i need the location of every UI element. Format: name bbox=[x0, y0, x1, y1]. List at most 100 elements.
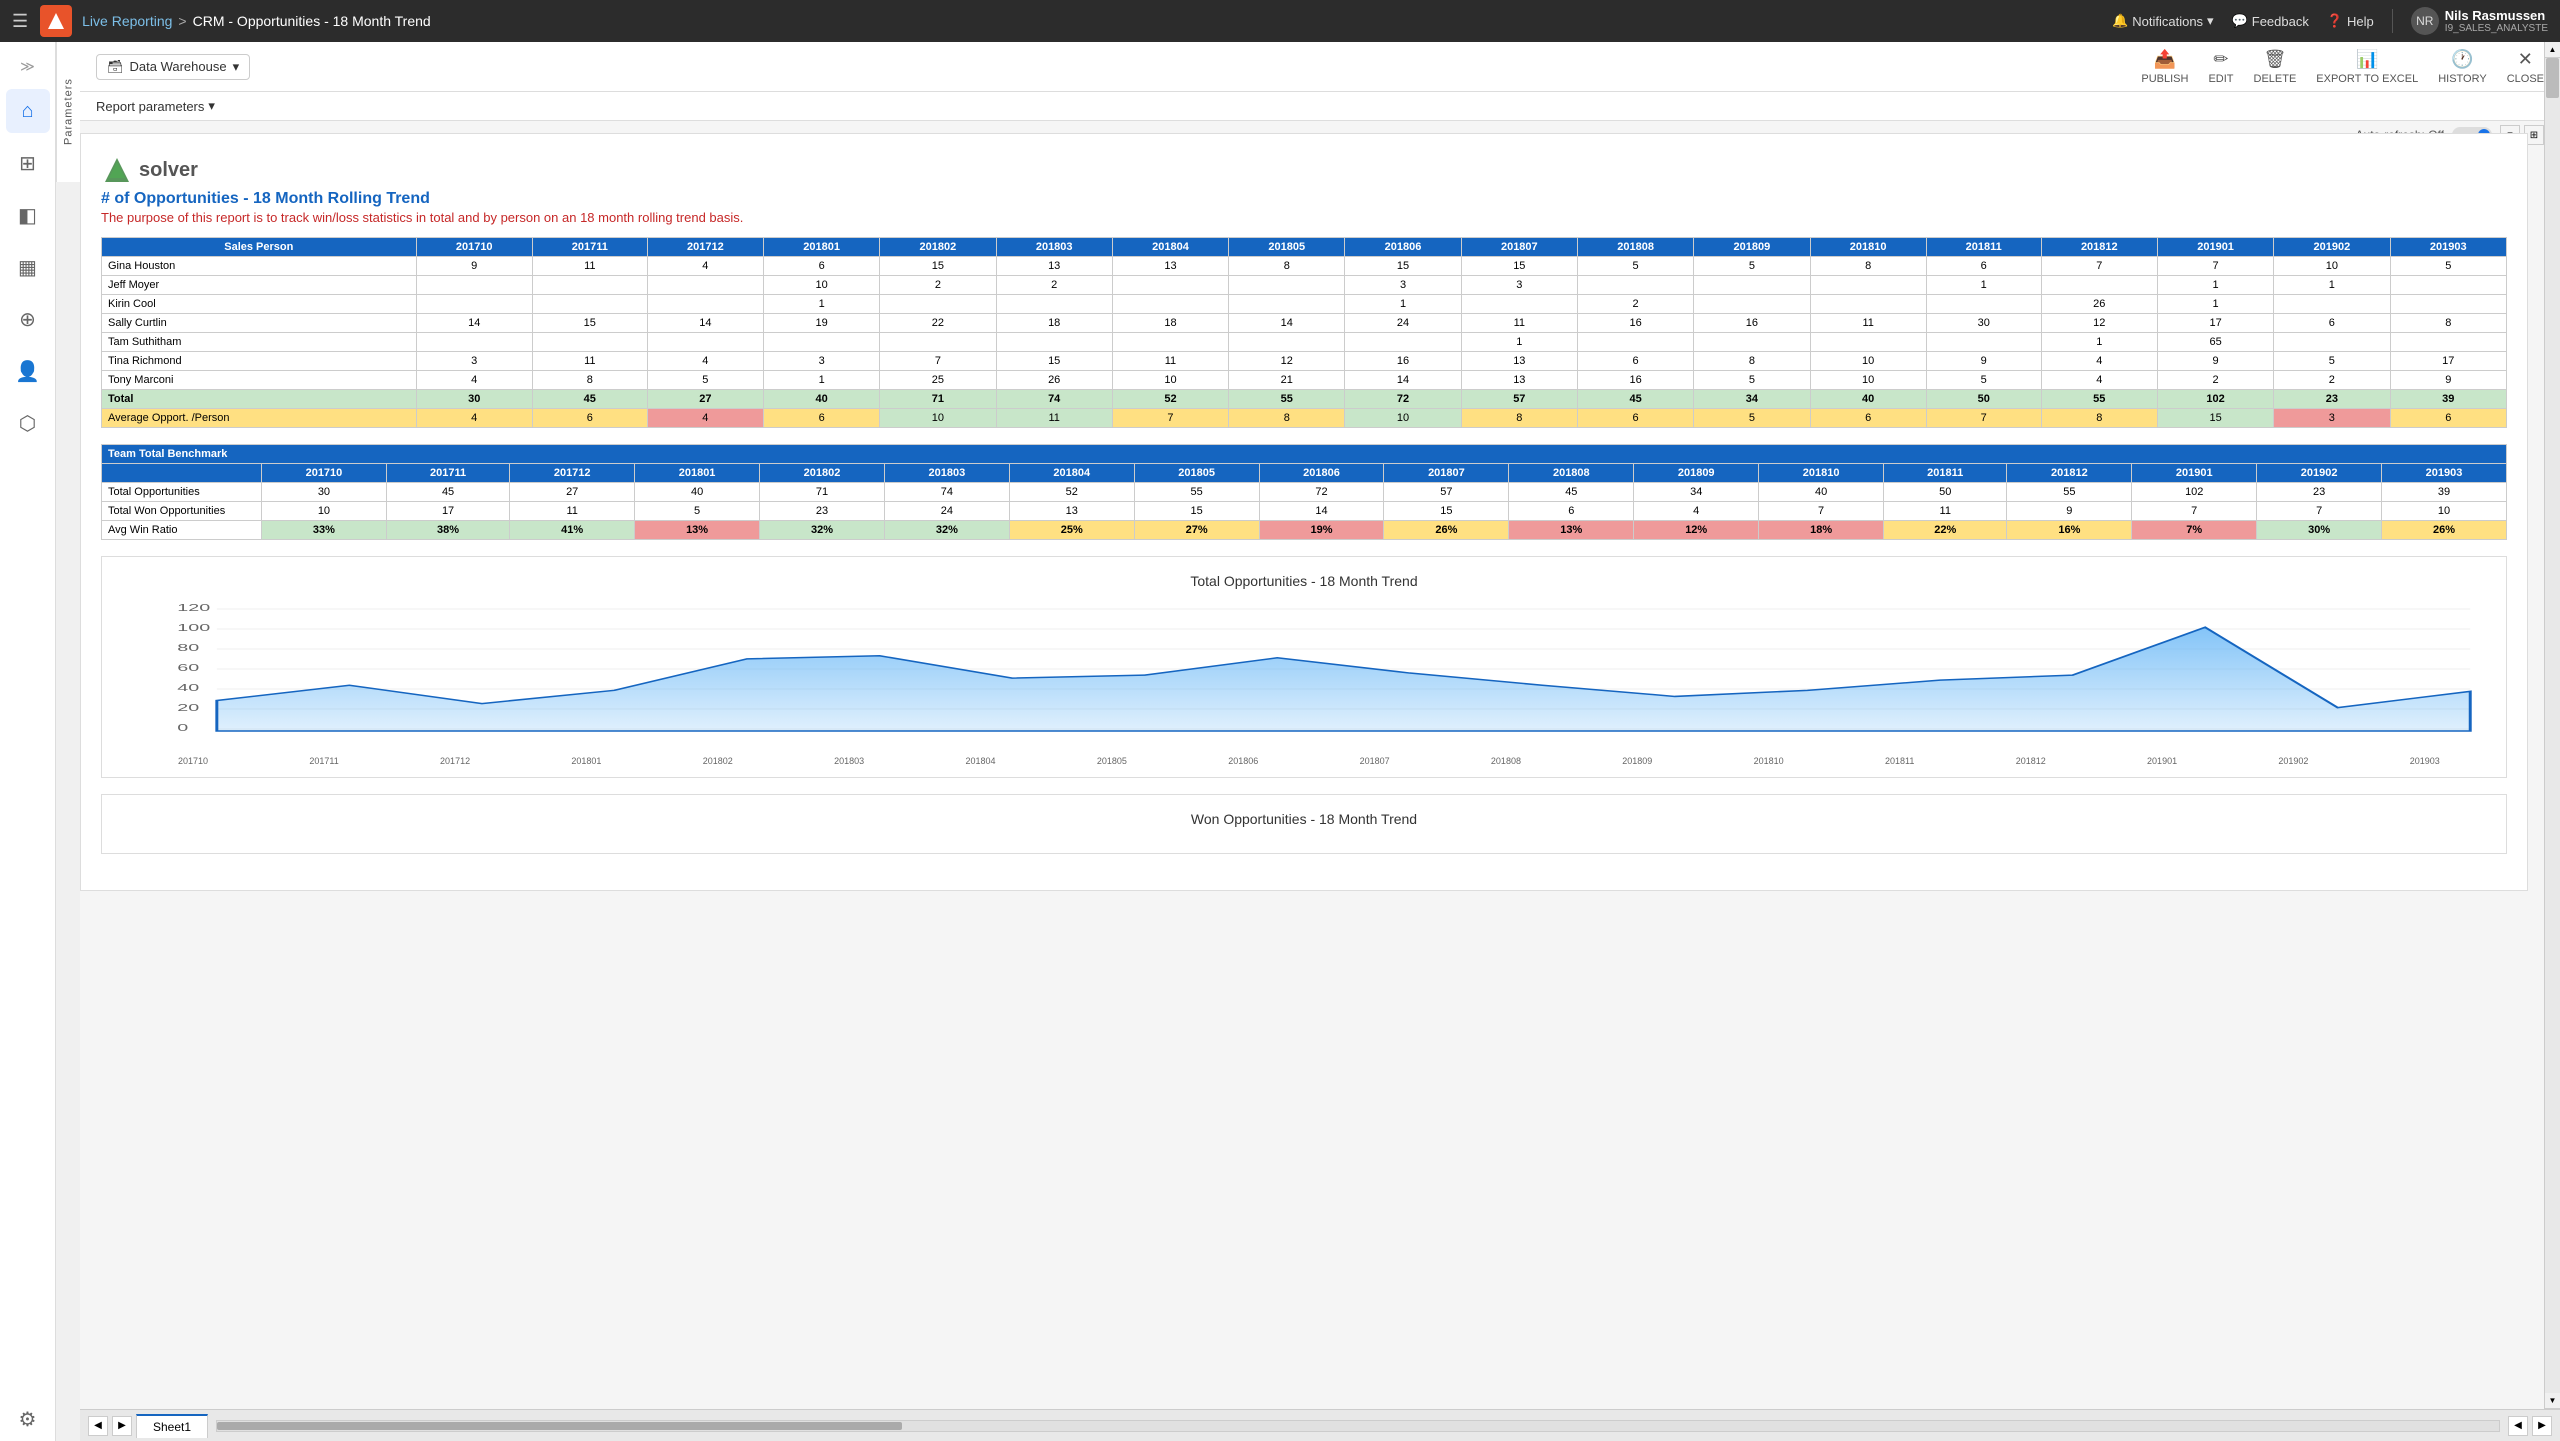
average-cell: 4 bbox=[647, 409, 763, 428]
benchmark-cell: 55 bbox=[1134, 483, 1259, 502]
export-label: EXPORT TO EXCEL bbox=[2316, 73, 2418, 85]
feedback-label: Feedback bbox=[2252, 14, 2309, 29]
table-cell: 1 bbox=[763, 371, 879, 390]
sidebar-item-users[interactable]: 👤 bbox=[6, 349, 50, 393]
vertical-scrollbar[interactable]: ▲ ▼ bbox=[2544, 42, 2560, 1409]
sidebar-item-home[interactable]: ⌂ bbox=[6, 89, 50, 133]
scroll-thumb[interactable] bbox=[2546, 58, 2559, 98]
bench-header-name bbox=[102, 464, 262, 483]
benchmark-cell: 39 bbox=[2382, 483, 2507, 502]
sidebar-item-reports[interactable]: ⊞ bbox=[6, 141, 50, 185]
expand-sidebar-button[interactable]: ≫ bbox=[14, 52, 41, 81]
table-cell: 11 bbox=[1461, 314, 1577, 333]
benchmark-cell: 5 bbox=[635, 502, 760, 521]
table-header-salesperson: Sales Person bbox=[102, 238, 417, 257]
table-cell: 1 bbox=[2274, 276, 2390, 295]
hamburger-icon[interactable]: ☰ bbox=[12, 11, 28, 32]
table-cell: 1 bbox=[1345, 295, 1461, 314]
table-cell bbox=[1577, 276, 1693, 295]
table-cell: 1 bbox=[763, 295, 879, 314]
table-cell: 9 bbox=[2157, 352, 2273, 371]
table-row: Jeff Moyer102233111 bbox=[102, 276, 2507, 295]
bench-header-201807: 201807 bbox=[1384, 464, 1509, 483]
close-button[interactable]: ✕ CLOSE bbox=[2507, 49, 2544, 85]
notifications-button[interactable]: 🔔 Notifications ▾ bbox=[2112, 13, 2214, 29]
benchmark-cell: 11 bbox=[1884, 502, 2007, 521]
scroll-up-button[interactable]: ▲ bbox=[2545, 42, 2560, 58]
parameters-tab[interactable]: Parameters bbox=[56, 42, 80, 182]
report-container[interactable]: solver # of Opportunities - 18 Month Rol… bbox=[64, 117, 2544, 1409]
sidebar-item-budgets[interactable]: ▦ bbox=[6, 245, 50, 289]
publish-button[interactable]: 📤 PUBLISH bbox=[2141, 49, 2188, 85]
data-warehouse-button[interactable]: 🗃 Data Warehouse ▾ bbox=[96, 54, 250, 80]
table-cell: 1 bbox=[2157, 295, 2273, 314]
sidebar-item-settings[interactable]: ⚙ bbox=[6, 1397, 50, 1441]
sidebar-item-dashboards[interactable]: ◧ bbox=[6, 193, 50, 237]
help-button[interactable]: ❓ Help bbox=[2327, 13, 2374, 29]
svg-text:80: 80 bbox=[177, 643, 199, 654]
chart-x-label: 201802 bbox=[703, 756, 733, 766]
benchmark-cell: 27 bbox=[510, 483, 635, 502]
benchmark-cell: 32% bbox=[760, 521, 885, 540]
total-cell: 40 bbox=[1810, 390, 1926, 409]
benchmark-cell: 24 bbox=[884, 502, 1009, 521]
table-cell: 5 bbox=[1577, 257, 1693, 276]
table-header-201901: 201901 bbox=[2157, 238, 2273, 257]
feedback-button[interactable]: 💬 Feedback bbox=[2232, 13, 2309, 29]
table-cell: 2 bbox=[2157, 371, 2273, 390]
table-cell: 14 bbox=[416, 314, 532, 333]
chart-x-label: 201901 bbox=[2147, 756, 2177, 766]
user-menu[interactable]: NR Nils Rasmussen I9_SALES_ANALYSTE bbox=[2411, 7, 2548, 35]
scroll-track[interactable] bbox=[2545, 58, 2560, 1393]
table-cell: 11 bbox=[532, 352, 647, 371]
scroll-right-end-button[interactable]: ▶ bbox=[2532, 1416, 2552, 1436]
total-cell: 55 bbox=[2041, 390, 2157, 409]
table-cell: 24 bbox=[1345, 314, 1461, 333]
table-cell bbox=[2390, 333, 2507, 352]
sheet-prev-button[interactable]: ◀ bbox=[88, 1416, 108, 1436]
table-cell: 3 bbox=[1461, 276, 1577, 295]
horizontal-scrollbar[interactable] bbox=[216, 1420, 2500, 1432]
sheet-tab-1[interactable]: Sheet1 bbox=[136, 1414, 208, 1438]
average-cell: 3 bbox=[2274, 409, 2390, 428]
export-excel-button[interactable]: 📊 EXPORT TO EXCEL bbox=[2316, 49, 2418, 85]
table-header-201811: 201811 bbox=[1926, 238, 2041, 257]
table-cell: 4 bbox=[647, 257, 763, 276]
table-cell: 5 bbox=[647, 371, 763, 390]
edit-button[interactable]: ✏ EDIT bbox=[2208, 49, 2233, 85]
notifications-chevron: ▾ bbox=[2207, 13, 2214, 29]
benchmark-cell: 72 bbox=[1259, 483, 1384, 502]
history-button[interactable]: 🕐 HISTORY bbox=[2438, 49, 2487, 85]
delete-button[interactable]: 🗑 DELETE bbox=[2254, 49, 2297, 85]
breadcrumb-home[interactable]: Live Reporting bbox=[82, 13, 172, 29]
total-cell: 23 bbox=[2274, 390, 2390, 409]
table-cell bbox=[1229, 295, 1345, 314]
table-cell bbox=[416, 276, 532, 295]
table-cell: 13 bbox=[996, 257, 1112, 276]
report-parameters-button[interactable]: Report parameters ▾ bbox=[96, 98, 215, 114]
average-cell: 8 bbox=[2041, 409, 2157, 428]
scroll-down-button[interactable]: ▼ bbox=[2545, 1393, 2560, 1409]
table-cell bbox=[880, 295, 996, 314]
table-header-201711: 201711 bbox=[532, 238, 647, 257]
total-cell: 72 bbox=[1345, 390, 1461, 409]
table-cell: 5 bbox=[2390, 257, 2507, 276]
bench-header-201809: 201809 bbox=[1634, 464, 1759, 483]
table-cell bbox=[880, 333, 996, 352]
sidebar-item-shapes[interactable]: ⬡ bbox=[6, 401, 50, 445]
table-header-201902: 201902 bbox=[2274, 238, 2390, 257]
sidebar-item-add[interactable]: ⊕ bbox=[6, 297, 50, 341]
average-cell: 11 bbox=[996, 409, 1112, 428]
bench-header-201903: 201903 bbox=[2382, 464, 2507, 483]
svg-text:60: 60 bbox=[177, 663, 199, 674]
sheet-next-button[interactable]: ▶ bbox=[112, 1416, 132, 1436]
reports-icon: ⊞ bbox=[19, 151, 36, 176]
table-cell bbox=[1577, 333, 1693, 352]
scroll-left-end-button[interactable]: ◀ bbox=[2508, 1416, 2528, 1436]
table-cell: 8 bbox=[1229, 257, 1345, 276]
table-cell: 7 bbox=[2157, 257, 2273, 276]
table-cell bbox=[1810, 333, 1926, 352]
cell-salesperson: Sally Curtlin bbox=[102, 314, 417, 333]
table-header-201802: 201802 bbox=[880, 238, 996, 257]
solver-logo-text: solver bbox=[139, 159, 198, 182]
